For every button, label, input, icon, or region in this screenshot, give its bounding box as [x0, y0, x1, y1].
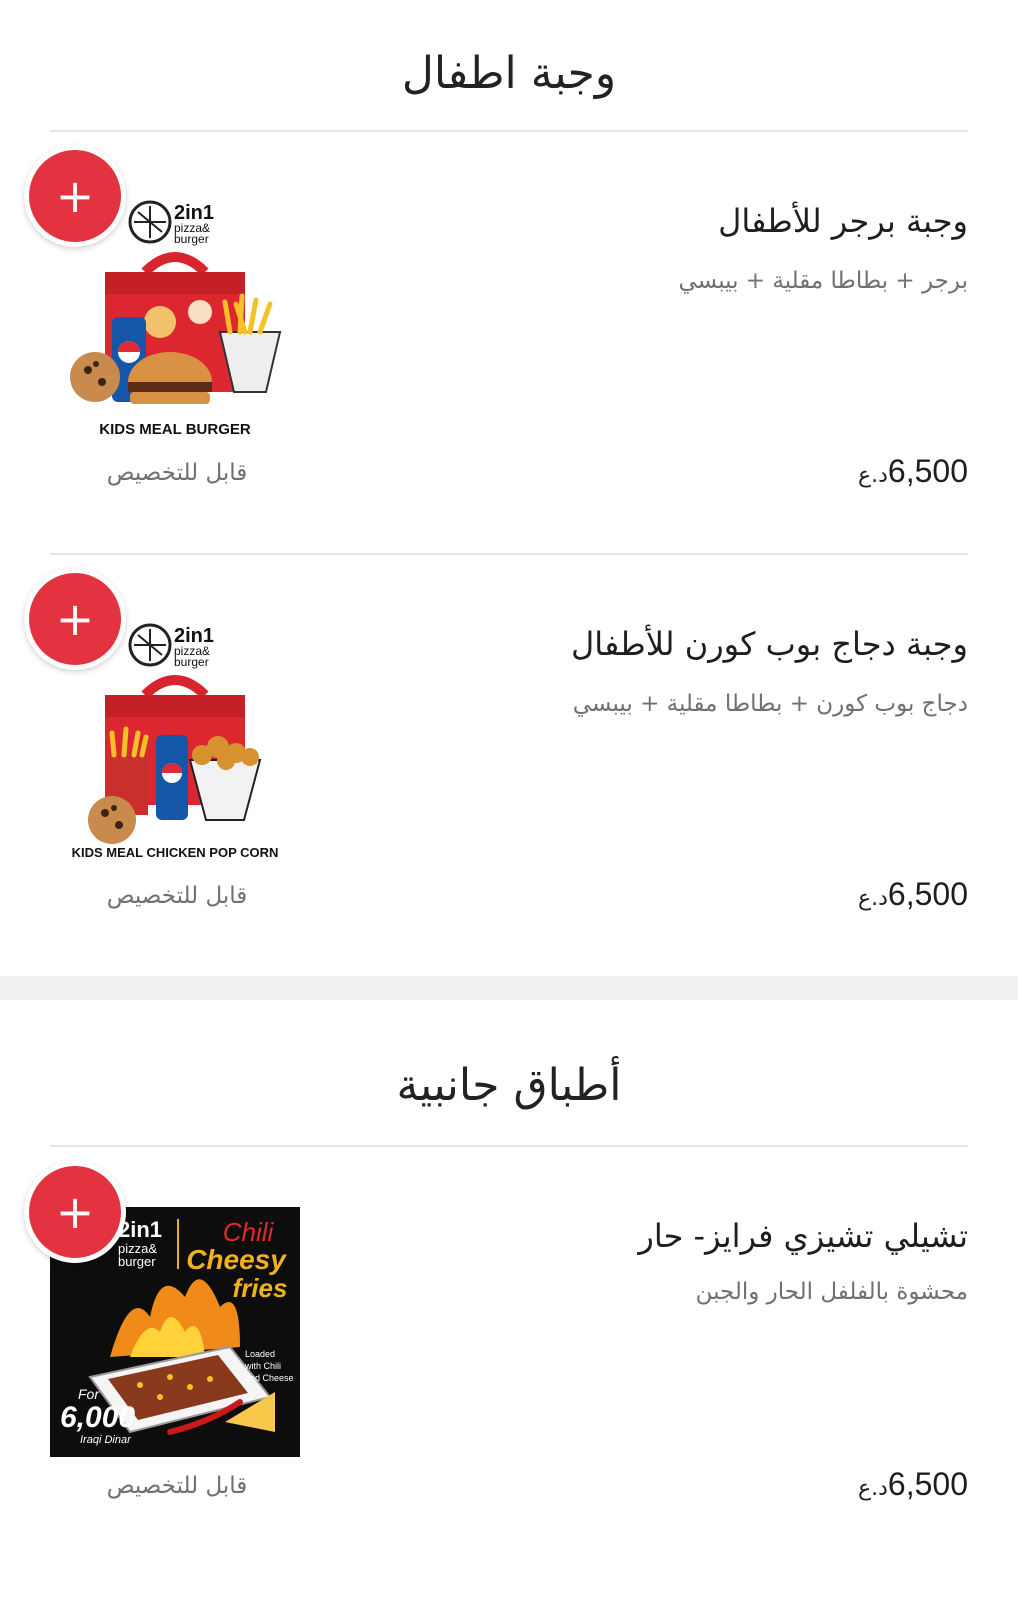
section-title-side-dishes: أطباق جانبية [396, 1060, 622, 1111]
item-description: برجر + بطاطا مقلية + بيبسي [678, 268, 969, 294]
promo-price: 6,000 [60, 1401, 135, 1434]
logo-sub2: burger [174, 655, 209, 669]
plus-icon: + [55, 592, 95, 646]
price-value: 6,500 [887, 453, 968, 489]
price-value: 6,500 [887, 876, 968, 912]
item-description: محشوة بالفلفل الحار والجبن [695, 1279, 968, 1305]
price-currency: د.ع [858, 886, 888, 911]
plus-icon: + [55, 169, 95, 223]
customizable-label: قابل للتخصيص [106, 1473, 248, 1499]
add-to-cart-button[interactable]: + [24, 145, 126, 247]
promo-title-cheesy: Cheesy [186, 1244, 287, 1275]
price-currency: د.ع [858, 1476, 888, 1501]
item-name: وجبة برجر للأطفال [718, 202, 968, 240]
menu-item-kids-burger[interactable]: وجبة برجر للأطفال برجر + بطاطا مقلية + ب… [0, 132, 1018, 552]
customizable-label: قابل للتخصيص [106, 883, 248, 909]
price-currency: د.ع [858, 463, 888, 488]
menu-item-kids-popcorn-chicken[interactable]: وجبة دجاج بوب كورن للأطفال دجاج بوب كورن… [0, 555, 1018, 975]
price-value: 6,500 [887, 1466, 968, 1502]
menu-item-chili-cheesy-fries[interactable]: تشيلي تشيزي فرايز- حار محشوة بالفلفل الح… [0, 1147, 1018, 1567]
promo-note-3: and Cheese [245, 1373, 294, 1383]
section-separator [0, 976, 1018, 1000]
item-name: وجبة دجاج بوب كورن للأطفال [571, 625, 968, 663]
item-price: 6,500د.ع [848, 1465, 968, 1503]
promo-for-label: For [78, 1386, 100, 1402]
item-price: 6,500د.ع [848, 452, 968, 490]
add-to-cart-button[interactable]: + [24, 1161, 126, 1263]
logo-sub2: burger [174, 232, 209, 246]
plus-icon: + [55, 1185, 95, 1239]
promo-note-1: Loaded [245, 1349, 275, 1359]
item-name: تشيلي تشيزي فرايز- حار [638, 1217, 968, 1255]
image-caption: KIDS MEAL BURGER [99, 421, 251, 438]
logo-sub2: burger [118, 1254, 156, 1269]
add-to-cart-button[interactable]: + [24, 568, 126, 670]
promo-title-chili: Chili [223, 1217, 275, 1247]
item-description: دجاج بوب كورن + بطاطا مقلية + بيبسي [572, 691, 968, 717]
image-caption: KIDS MEAL CHICKEN POP CORN [72, 845, 279, 860]
promo-title-fries: fries [233, 1273, 288, 1303]
customizable-label: قابل للتخصيص [106, 460, 248, 486]
item-price: 6,500د.ع [848, 875, 968, 913]
section-title-kids-meals: وجبة اطفال [401, 48, 617, 99]
promo-unit: Iraqi Dinar [80, 1434, 132, 1446]
promo-note-2: with Chili [244, 1361, 281, 1371]
